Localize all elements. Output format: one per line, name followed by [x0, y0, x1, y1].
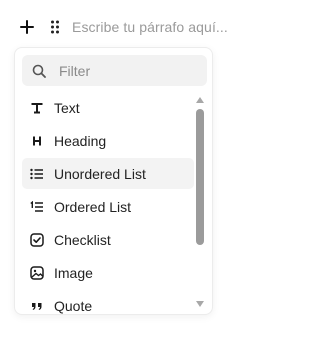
menu-item-image[interactable]: Image	[22, 257, 194, 288]
menu-item-label: Heading	[54, 132, 107, 149]
scroll-up-arrow-icon[interactable]	[196, 97, 204, 103]
block-type-menu: Text Heading	[14, 47, 213, 315]
menu-item-label: Quote	[54, 297, 93, 314]
menu-item-quote[interactable]: Quote	[22, 290, 194, 315]
menu-item-checklist[interactable]: Checklist	[22, 224, 194, 255]
editor-canvas: Escribe tu párrafo aquí... Text	[0, 0, 309, 350]
menu-scrollbar[interactable]	[195, 94, 205, 310]
drag-handle-icon[interactable]	[48, 18, 62, 36]
unordered-list-icon	[28, 165, 46, 183]
menu-item-label: Unordered List	[54, 165, 146, 182]
heading-icon	[28, 132, 46, 150]
menu-item-text[interactable]: Text	[22, 92, 194, 123]
menu-item-label: Ordered List	[54, 198, 132, 215]
menu-item-ordered-list[interactable]: Ordered List	[22, 191, 194, 222]
menu-item-label: Checklist	[54, 231, 111, 248]
menu-item-label: Image	[54, 264, 93, 281]
checklist-icon	[28, 231, 46, 249]
menu-item-label: Text	[54, 99, 80, 116]
plus-icon[interactable]	[18, 18, 36, 36]
paragraph-placeholder[interactable]: Escribe tu párrafo aquí...	[72, 19, 228, 35]
quote-icon	[28, 297, 46, 315]
filter-box[interactable]	[22, 55, 207, 86]
paragraph-block: Escribe tu párrafo aquí...	[18, 14, 228, 40]
text-type-icon	[28, 99, 46, 117]
ordered-list-icon	[28, 198, 46, 216]
search-icon	[31, 63, 47, 79]
menu-item-heading[interactable]: Heading	[22, 125, 194, 156]
menu-item-unordered-list[interactable]: Unordered List	[22, 158, 194, 189]
menu-item-list: Text Heading Unordered List Ordered List…	[22, 92, 194, 315]
image-icon	[28, 264, 46, 282]
scroll-thumb[interactable]	[196, 109, 204, 245]
scroll-down-arrow-icon[interactable]	[196, 301, 204, 307]
filter-input[interactable]	[59, 62, 199, 79]
